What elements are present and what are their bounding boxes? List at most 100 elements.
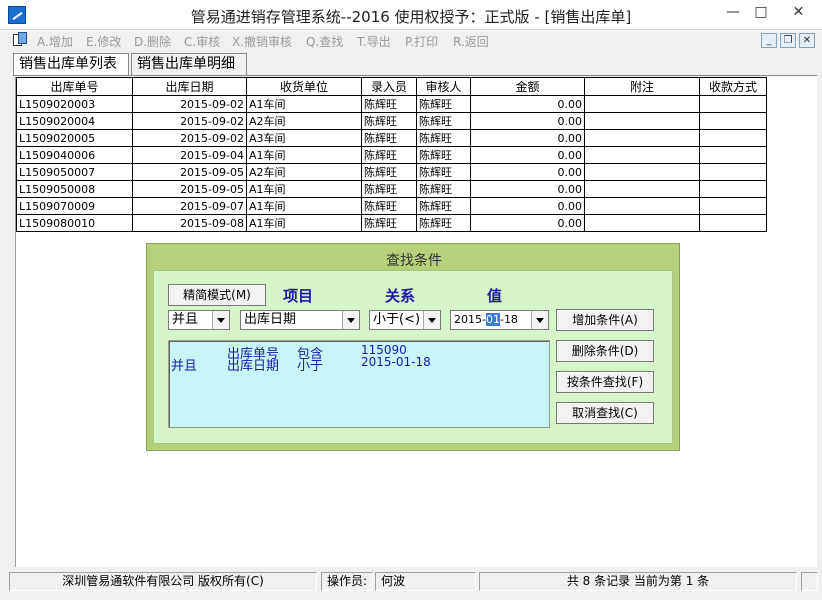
toolbar-unapprove-button[interactable]: X.撤销审核 bbox=[232, 33, 292, 50]
table-body: L1509020003 2015-09-02 A1车间 陈辉旺 陈辉旺 0.00 L1509… bbox=[16, 95, 767, 232]
toolbar-print-button[interactable]: P.打印 bbox=[405, 33, 438, 50]
column-header[interactable]: 审核人 bbox=[416, 77, 471, 96]
column-header[interactable]: 收货单位 bbox=[246, 77, 362, 96]
table-cell bbox=[584, 95, 700, 113]
table-cell: 陈辉旺 bbox=[416, 197, 471, 215]
condition-relation: 小于 bbox=[297, 359, 324, 374]
table-row[interactable]: L1509050008 2015-09-05 A1车间 陈辉旺 陈辉旺 0.00 bbox=[16, 180, 767, 198]
column-header[interactable]: 附注 bbox=[584, 77, 700, 96]
table-cell: A1车间 bbox=[246, 197, 362, 215]
toolbar-add-button[interactable]: A.增加 bbox=[37, 33, 73, 50]
table-cell bbox=[699, 214, 767, 232]
tab-detail[interactable]: 销售出库单明细 bbox=[131, 53, 247, 75]
column-header[interactable]: 收款方式 bbox=[699, 77, 767, 96]
delete-condition-button[interactable]: 删除条件(D) bbox=[556, 340, 654, 362]
table-cell: 陈辉旺 bbox=[416, 214, 471, 232]
title-bar: 管易通进销存管理系统--2016 使用权授予：正式版 - [销售出库单] — □… bbox=[0, 0, 822, 30]
toolbar-edit-button[interactable]: E.修改 bbox=[86, 33, 121, 50]
resize-grip-icon[interactable] bbox=[801, 572, 818, 591]
toolbar-return-button[interactable]: R.返回 bbox=[453, 33, 489, 50]
date-value-picker[interactable]: 2015-01-18 bbox=[450, 310, 549, 330]
table-cell: 0.00 bbox=[470, 129, 585, 147]
table-header-row: 出库单号 出库日期 收货单位 录入员 审核人 金额 附注 收款方式 bbox=[16, 77, 767, 96]
toolbar-approve-button[interactable]: C.审核 bbox=[184, 33, 220, 50]
toolbar-search-button[interactable]: Q.查找 bbox=[306, 33, 343, 50]
column-header[interactable]: 录入员 bbox=[361, 77, 417, 96]
cancel-search-button[interactable]: 取消查找(C) bbox=[556, 402, 654, 424]
table-cell: A2车间 bbox=[246, 163, 362, 181]
table-cell: 陈辉旺 bbox=[361, 95, 417, 113]
table-cell bbox=[699, 180, 767, 198]
column-header[interactable]: 出库日期 bbox=[132, 77, 247, 96]
table-cell: 陈辉旺 bbox=[416, 146, 471, 164]
table-cell: 陈辉旺 bbox=[361, 129, 417, 147]
table-row[interactable]: L1509070009 2015-09-07 A1车间 陈辉旺 陈辉旺 0.00 bbox=[16, 197, 767, 215]
header-value: 值 bbox=[487, 287, 503, 305]
table-cell bbox=[699, 163, 767, 181]
table-cell: 陈辉旺 bbox=[361, 112, 417, 130]
table-row[interactable]: L1509020004 2015-09-02 A2车间 陈辉旺 陈辉旺 0.00 bbox=[16, 112, 767, 130]
mdi-restore-button[interactable]: ❐ bbox=[780, 33, 796, 48]
logic-select[interactable]: 并且 bbox=[168, 310, 230, 330]
table-cell: L1509050008 bbox=[16, 180, 133, 198]
toolbar-export-button[interactable]: T.导出 bbox=[357, 33, 391, 50]
simple-mode-button[interactable]: 精简模式(M) bbox=[168, 284, 266, 306]
table-cell bbox=[584, 214, 700, 232]
table-cell: A1车间 bbox=[246, 146, 362, 164]
table-row[interactable]: L1509020005 2015-09-02 A3车间 陈辉旺 陈辉旺 0.00 bbox=[16, 129, 767, 147]
tab-list[interactable]: 销售出库单列表 bbox=[13, 53, 129, 76]
mdi-close-button[interactable]: ✕ bbox=[799, 33, 815, 48]
condition-value: 2015-01-18 bbox=[361, 355, 431, 369]
table-cell: 2015-09-04 bbox=[132, 146, 247, 164]
close-button[interactable]: ✕ bbox=[775, 0, 822, 26]
chevron-down-icon[interactable] bbox=[342, 311, 359, 329]
table-cell bbox=[584, 112, 700, 130]
table-row[interactable]: L1509020003 2015-09-02 A1车间 陈辉旺 陈辉旺 0.00 bbox=[16, 95, 767, 113]
table-row[interactable]: L1509080010 2015-09-08 A1车间 陈辉旺 陈辉旺 0.00 bbox=[16, 214, 767, 232]
table-cell: 0.00 bbox=[470, 112, 585, 130]
table-cell bbox=[584, 146, 700, 164]
table-cell: 陈辉旺 bbox=[361, 163, 417, 181]
table-cell: 陈辉旺 bbox=[416, 163, 471, 181]
table-cell: 陈辉旺 bbox=[361, 214, 417, 232]
table-cell: 陈辉旺 bbox=[416, 112, 471, 130]
table-cell bbox=[584, 129, 700, 147]
search-by-condition-button[interactable]: 按条件查找(F) bbox=[556, 371, 654, 393]
mdi-minimize-button[interactable]: _ bbox=[761, 33, 777, 48]
table-cell: A3车间 bbox=[246, 129, 362, 147]
table-cell: A1车间 bbox=[246, 214, 362, 232]
document-icon bbox=[12, 32, 28, 48]
chevron-down-icon[interactable] bbox=[531, 311, 548, 329]
operator-label: 操作员: bbox=[321, 572, 373, 591]
date-month-selected[interactable]: 01 bbox=[485, 313, 500, 326]
table-row[interactable]: L1509040006 2015-09-04 A1车间 陈辉旺 陈辉旺 0.00 bbox=[16, 146, 767, 164]
table-cell bbox=[584, 163, 700, 181]
table-cell bbox=[699, 146, 767, 164]
toolbar-delete-button[interactable]: D.删除 bbox=[134, 33, 171, 50]
table-cell: 0.00 bbox=[470, 214, 585, 232]
table-cell: 2015-09-02 bbox=[132, 112, 247, 130]
add-condition-button[interactable]: 增加条件(A) bbox=[556, 309, 654, 331]
table-cell: 陈辉旺 bbox=[416, 95, 471, 113]
table-cell: 陈辉旺 bbox=[361, 146, 417, 164]
column-header[interactable]: 出库单号 bbox=[16, 77, 133, 96]
chevron-down-icon[interactable] bbox=[212, 311, 229, 329]
table-cell: 陈辉旺 bbox=[416, 180, 471, 198]
table-cell: 0.00 bbox=[470, 95, 585, 113]
table-cell: 0.00 bbox=[470, 146, 585, 164]
field-select[interactable]: 出库日期 bbox=[240, 310, 360, 330]
column-header[interactable]: 金额 bbox=[470, 77, 585, 96]
date-day: -18 bbox=[499, 313, 518, 326]
conditions-list[interactable]: 出库单号 包含 115090 并且 出库日期 小于 2015-01-18 bbox=[168, 340, 550, 428]
table-cell: 2015-09-02 bbox=[132, 129, 247, 147]
logic-select-value: 并且 bbox=[172, 312, 199, 327]
table-cell: 陈辉旺 bbox=[361, 197, 417, 215]
chevron-down-icon[interactable] bbox=[423, 311, 440, 329]
table-row[interactable]: L1509050007 2015-09-05 A2车间 陈辉旺 陈辉旺 0.00 bbox=[16, 163, 767, 181]
relation-select[interactable]: 小于(<) bbox=[369, 310, 441, 330]
field-select-value: 出库日期 bbox=[244, 312, 297, 327]
date-year: 2015- bbox=[454, 313, 486, 326]
table-cell: 2015-09-02 bbox=[132, 95, 247, 113]
relation-select-value: 小于(<) bbox=[373, 312, 421, 327]
table-cell: 陈辉旺 bbox=[361, 180, 417, 198]
